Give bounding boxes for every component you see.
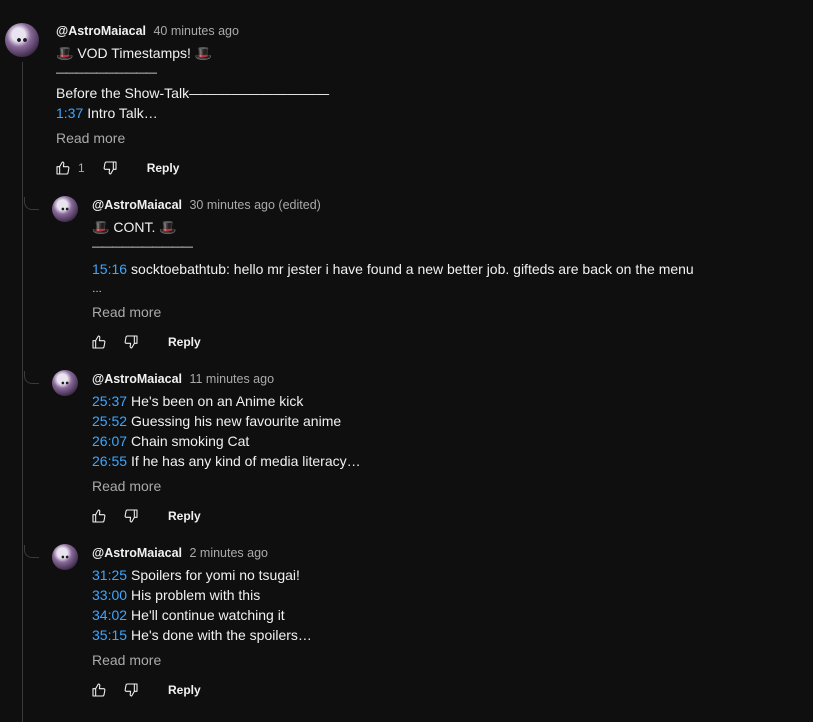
timestamp-entry: 33:00 His problem with this: [92, 585, 312, 605]
avatar[interactable]: [52, 370, 78, 396]
reply-connector: [24, 545, 39, 558]
timestamp-link[interactable]: 1:37: [56, 105, 83, 121]
timestamp-link[interactable]: 25:37: [92, 393, 127, 409]
separator-line: ——————————: [56, 67, 157, 79]
timestamp-entry: 1:37 Intro Talk…: [56, 103, 329, 123]
reply-button[interactable]: Reply: [168, 683, 201, 697]
timestamp-link[interactable]: 31:25: [92, 567, 127, 583]
comment-actions: Reply: [88, 679, 201, 701]
top-hat-icon: 🎩: [194, 45, 213, 61]
comment-body: 🎩 VOD Timestamps! 🎩 —————————— Before th…: [56, 43, 329, 123]
timestamp-entry: 26:07 Chain smoking Cat: [92, 431, 361, 451]
timestamp-link[interactable]: 26:55: [92, 453, 127, 469]
reply-connector: [24, 197, 39, 210]
author-name[interactable]: @AstroMaiacal: [92, 198, 182, 212]
entry-text: He's done with the spoilers…: [131, 627, 312, 643]
comment-header: @AstroMaiacal 2 minutes ago: [92, 546, 268, 560]
entry-text: He's been on an Anime kick: [131, 393, 304, 409]
entry-text: He'll continue watching it: [131, 607, 285, 623]
comment-time[interactable]: 40 minutes ago: [153, 24, 238, 38]
reply-button[interactable]: Reply: [168, 335, 201, 349]
truncation-ellipsis: …: [92, 284, 102, 295]
comment-title: CONT.: [113, 219, 156, 235]
comment-header: @AstroMaiacal 11 minutes ago: [92, 372, 274, 386]
timestamp-entry: 25:52 Guessing his new favourite anime: [92, 411, 361, 431]
thumbs-up-icon[interactable]: [88, 331, 110, 353]
timestamp-link[interactable]: 15:16: [92, 261, 127, 277]
read-more-button[interactable]: Read more: [92, 304, 161, 320]
author-name[interactable]: @AstroMaiacal: [56, 24, 146, 38]
top-hat-icon: 🎩: [92, 219, 110, 235]
thumbs-up-icon[interactable]: [52, 157, 74, 179]
avatar[interactable]: [5, 23, 39, 57]
comment-header: @AstroMaiacal 30 minutes ago (edited): [92, 198, 321, 212]
entry-text: Intro Talk…: [87, 105, 158, 121]
entry-text: Chain smoking Cat: [131, 433, 250, 449]
author-name[interactable]: @AstroMaiacal: [92, 546, 182, 560]
timestamp-link[interactable]: 33:00: [92, 587, 127, 603]
comment-time[interactable]: 30 minutes ago (edited): [189, 198, 320, 212]
comment-actions: Reply: [88, 505, 201, 527]
timestamp-entry: 35:15 He's done with the spoilers…: [92, 625, 312, 645]
timestamp-link[interactable]: 25:52: [92, 413, 127, 429]
author-name[interactable]: @AstroMaiacal: [92, 372, 182, 386]
comment-title: VOD Timestamps!: [77, 45, 191, 61]
timestamp-link[interactable]: 35:15: [92, 627, 127, 643]
thumbs-up-icon[interactable]: [88, 679, 110, 701]
timestamp-link[interactable]: 34:02: [92, 607, 127, 623]
reply-button[interactable]: Reply: [147, 161, 180, 175]
entry-text: Spoilers for yomi no tsugai!: [131, 567, 300, 583]
timestamp-entry: 15:16 socktoebathtub: hello mr jester i h…: [92, 259, 694, 279]
entry-text: If he has any kind of media literacy…: [131, 453, 361, 469]
thumbs-down-icon[interactable]: [99, 157, 121, 179]
section-heading: Before the Show-Talk——————————: [56, 85, 330, 101]
read-more-button[interactable]: Read more: [56, 130, 125, 146]
comment-actions: 1 Reply: [52, 157, 179, 179]
avatar[interactable]: [52, 196, 78, 222]
comment-time[interactable]: 11 minutes ago: [189, 372, 274, 386]
like-count: 1: [78, 161, 85, 175]
comment-header: @AstroMaiacal 40 minutes ago: [56, 24, 239, 38]
thumbs-down-icon[interactable]: [120, 679, 142, 701]
comment-body: 31:25 Spoilers for yomi no tsugai! 33:00 H…: [92, 565, 312, 645]
separator-line: ——————————: [92, 241, 193, 253]
reply-button[interactable]: Reply: [168, 509, 201, 523]
thumbs-down-icon[interactable]: [120, 505, 142, 527]
comment-time[interactable]: 2 minutes ago: [189, 546, 268, 560]
timestamp-entry: 26:55 If he has any kind of media literac…: [92, 451, 361, 471]
comment-body: 🎩 CONT. 🎩 —————————— 15:16 socktoebathtub…: [92, 217, 694, 297]
timestamp-link[interactable]: 26:07: [92, 433, 127, 449]
reply-connector: [24, 371, 39, 384]
read-more-button[interactable]: Read more: [92, 652, 161, 668]
top-hat-icon: 🎩: [56, 45, 74, 61]
entry-text: Guessing his new favourite anime: [131, 413, 342, 429]
comment-body: 25:37 He's been on an Anime kick 25:52 Gue…: [92, 391, 361, 471]
timestamp-entry: 31:25 Spoilers for yomi no tsugai!: [92, 565, 312, 585]
top-hat-icon: 🎩: [159, 219, 177, 235]
thumbs-up-icon[interactable]: [88, 505, 110, 527]
entry-text: socktoebathtub: hello mr jester i have f…: [131, 261, 694, 277]
read-more-button[interactable]: Read more: [92, 478, 161, 494]
avatar[interactable]: [52, 544, 78, 570]
comment-actions: Reply: [88, 331, 201, 353]
entry-text: His problem with this: [131, 587, 261, 603]
timestamp-entry: 25:37 He's been on an Anime kick: [92, 391, 361, 411]
thumbs-down-icon[interactable]: [120, 331, 142, 353]
timestamp-entry: 34:02 He'll continue watching it: [92, 605, 312, 625]
thread-line: [22, 62, 23, 722]
